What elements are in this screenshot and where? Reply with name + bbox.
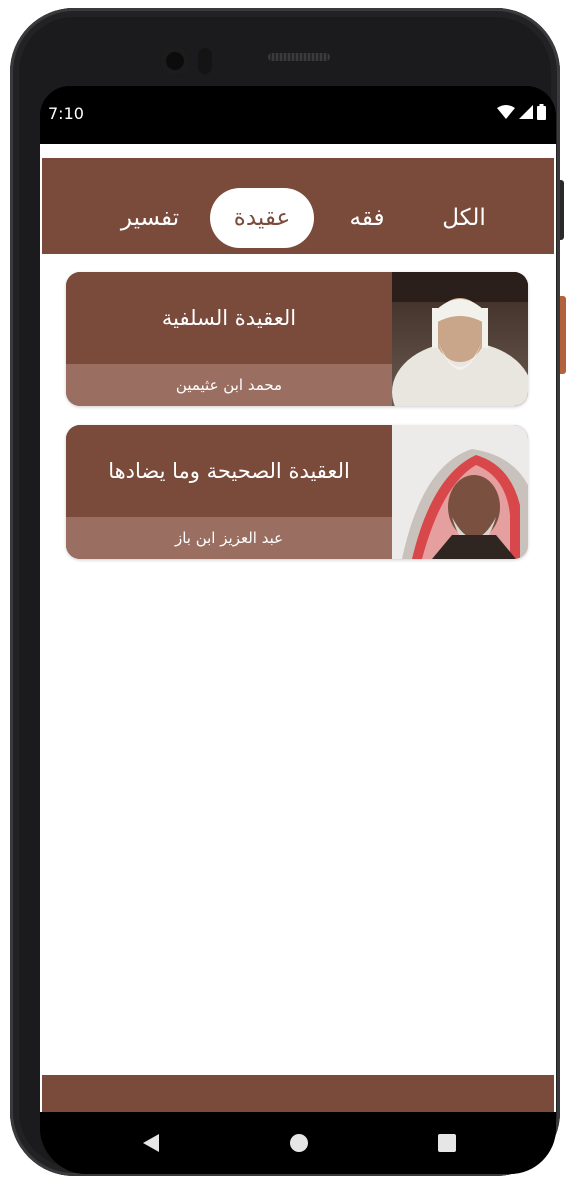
volume-button [560, 180, 564, 240]
signal-icon [519, 105, 533, 119]
phone-frame: 7:10 الكل فقه عقيدة تفسير العقيدة السلفي… [10, 8, 560, 1176]
system-home-button[interactable] [284, 1128, 314, 1158]
system-recents-button[interactable] [432, 1128, 462, 1158]
category-tab-bar: الكل فقه عقيدة تفسير [42, 158, 554, 254]
home-circle-icon [290, 1134, 308, 1152]
status-bar: 7:10 [40, 86, 556, 144]
power-button [560, 296, 566, 374]
wifi-icon [497, 105, 515, 119]
tab-aqeedah[interactable]: عقيدة [210, 188, 314, 248]
book-author: عبد العزيز ابن باز [66, 517, 392, 559]
book-card[interactable]: العقيدة الصحيحة وما يضادها عبد العزيز اب… [66, 425, 528, 559]
system-navigation-bar [40, 1112, 556, 1174]
app-content: الكل فقه عقيدة تفسير العقيدة السلفية محم… [40, 144, 556, 1170]
earpiece-speaker [268, 53, 330, 61]
book-card[interactable]: العقيدة السلفية محمد ابن عثيمين [66, 272, 528, 406]
recents-square-icon [438, 1134, 456, 1152]
book-author: محمد ابن عثيمين [66, 364, 392, 406]
front-camera [160, 46, 190, 76]
battery-icon [537, 104, 546, 120]
book-title: العقيدة الصحيحة وما يضادها [66, 425, 392, 517]
proximity-sensor [198, 48, 212, 74]
tab-fiqh[interactable]: فقه [332, 188, 402, 248]
tab-tafsir[interactable]: تفسير [104, 188, 196, 248]
tab-all[interactable]: الكل [424, 188, 504, 248]
author-photo [392, 272, 528, 406]
book-title: العقيدة السلفية [66, 272, 392, 364]
system-back-button[interactable] [136, 1128, 166, 1158]
screen: 7:10 الكل فقه عقيدة تفسير العقيدة السلفي… [40, 86, 556, 1174]
back-triangle-icon [143, 1134, 159, 1152]
status-icons [497, 104, 546, 120]
author-photo [392, 425, 528, 559]
status-time: 7:10 [48, 104, 84, 123]
